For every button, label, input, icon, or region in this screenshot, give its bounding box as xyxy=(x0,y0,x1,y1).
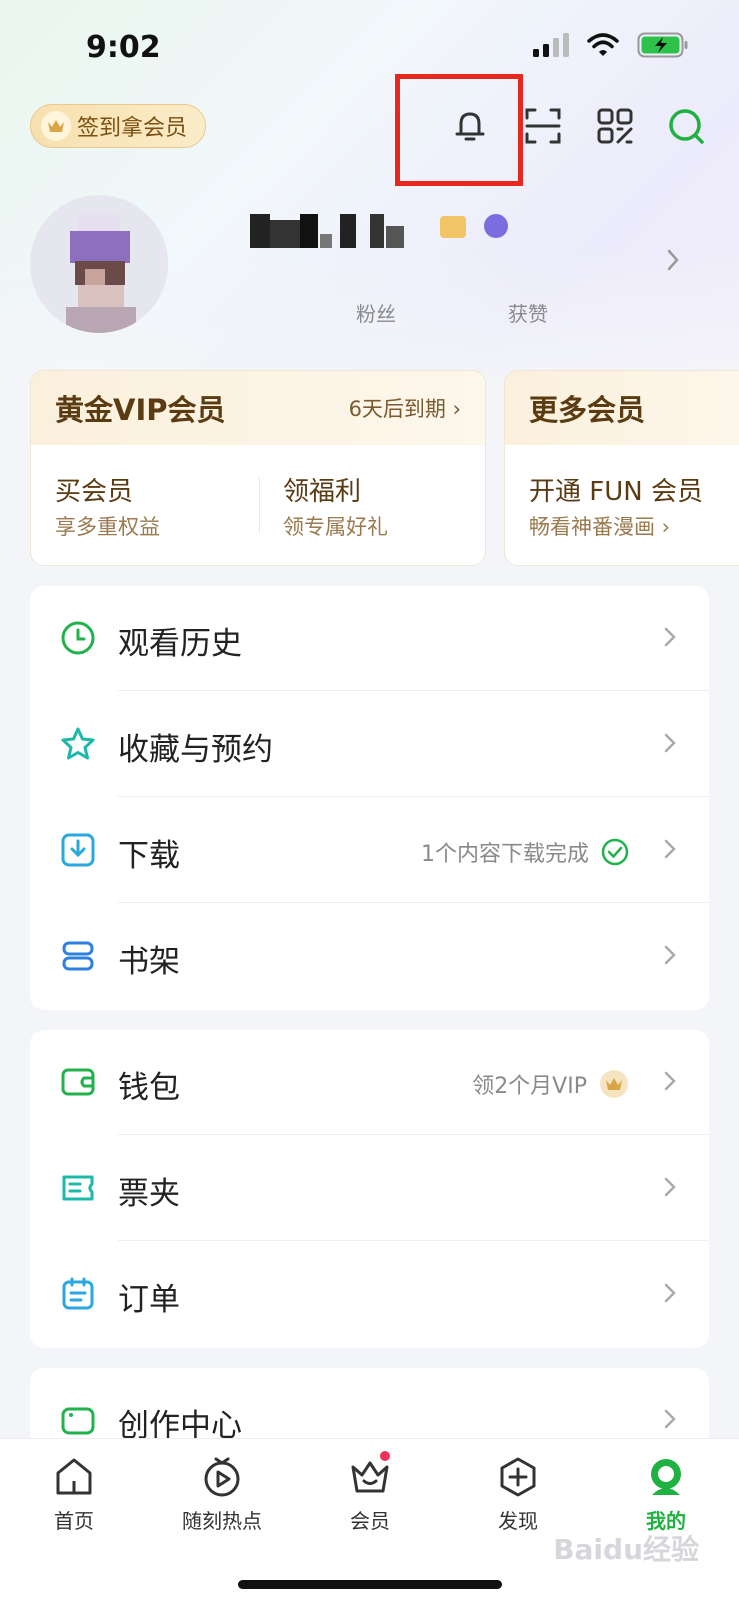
gold-vip-card-header: 黄金VIP会员 6天后到期 › xyxy=(31,371,485,445)
chevron-right-icon xyxy=(664,839,676,859)
nav-home-label: 首页 xyxy=(54,1509,94,1533)
watch-history-row[interactable]: 观看历史 xyxy=(30,586,709,690)
download-label: 下载 xyxy=(118,838,180,874)
nav-profile[interactable]: 我的 xyxy=(606,1455,726,1534)
avatar[interactable] xyxy=(30,195,168,333)
nav-home[interactable]: 首页 xyxy=(14,1455,134,1534)
download-row[interactable]: 下载 1个内容下载完成 xyxy=(30,798,709,902)
nav-vip[interactable]: 会员 xyxy=(310,1451,430,1534)
signin-vip-button[interactable]: 签到拿会员 xyxy=(30,104,207,148)
more-vip-card[interactable]: 更多会员 开通 FUN 会员 畅看神番漫画 › xyxy=(504,370,739,566)
play-circle-icon xyxy=(200,1455,244,1499)
nav-hot[interactable]: 随刻热点 xyxy=(162,1455,282,1534)
menu-group-library: 观看历史 收藏与预约 下载 1个内容下载完成 书架 xyxy=(30,586,709,1010)
clock-icon xyxy=(61,621,95,655)
download-status: 1个内容下载完成 xyxy=(421,836,629,868)
favorites-label: 收藏与预约 xyxy=(118,732,273,768)
more-vip-title: 更多会员 xyxy=(529,393,646,427)
home-icon xyxy=(52,1455,96,1499)
nav-discover[interactable]: 发现 xyxy=(458,1455,578,1534)
nav-hot-label: 随刻热点 xyxy=(182,1509,262,1533)
scan-icon[interactable] xyxy=(521,104,565,148)
crown-icon xyxy=(348,1451,392,1499)
status-icons xyxy=(533,32,689,58)
download-status-text: 1个内容下载完成 xyxy=(421,842,589,867)
search-icon[interactable] xyxy=(664,104,708,148)
buy-vip-subtitle: 享多重权益 xyxy=(55,515,160,539)
ticket-icon xyxy=(62,1175,94,1201)
vip-crown-badge-icon xyxy=(600,1070,628,1098)
download-icon xyxy=(61,833,95,867)
chevron-right-icon xyxy=(664,1283,676,1303)
wallet-label: 钱包 xyxy=(118,1070,180,1106)
likes-label[interactable]: 获赞 xyxy=(508,298,548,327)
chevron-right-icon xyxy=(664,1177,676,1197)
menu-group-wallet: 钱包 领2个月VIP 票夹 订单 xyxy=(30,1030,709,1348)
ticket-label: 票夹 xyxy=(118,1176,180,1212)
benefit-divider xyxy=(259,477,260,533)
order-label: 订单 xyxy=(118,1282,180,1318)
row-divider xyxy=(118,902,709,903)
profile-icon xyxy=(644,1455,688,1499)
chevron-right-icon[interactable] xyxy=(665,248,681,272)
buy-vip-title[interactable]: 买会员 xyxy=(55,471,133,508)
order-row[interactable]: 订单 xyxy=(30,1242,709,1346)
check-circle-icon xyxy=(601,838,629,866)
chevron-right-icon xyxy=(664,1409,676,1429)
home-indicator[interactable] xyxy=(238,1580,502,1589)
status-time: 9:02 xyxy=(86,30,161,65)
bookshelf-label: 书架 xyxy=(118,944,180,980)
gold-vip-card[interactable]: 黄金VIP会员 6天后到期 › 买会员 享多重权益 领福利 领专属好礼 xyxy=(30,370,486,566)
chevron-right-icon xyxy=(664,627,676,647)
watch-history-label: 观看历史 xyxy=(118,626,242,662)
fans-label[interactable]: 粉丝 xyxy=(356,298,396,327)
notification-dot xyxy=(380,1451,390,1461)
gold-vip-title: 黄金VIP会员 xyxy=(55,393,226,427)
bookshelf-icon xyxy=(62,941,94,971)
wallet-promo: 领2个月VIP xyxy=(472,1068,629,1100)
watermark: Baidu经验 xyxy=(553,1533,699,1566)
vip-level-badge xyxy=(440,216,466,238)
nav-vip-label: 会员 xyxy=(350,1509,390,1533)
fun-vip-title[interactable]: 开通 FUN 会员 xyxy=(529,471,703,508)
wallet-promo-text: 领2个月VIP xyxy=(472,1074,587,1099)
video-camera-icon xyxy=(61,1407,95,1435)
bookshelf-row[interactable]: 书架 xyxy=(30,904,709,1008)
chevron-right-icon xyxy=(664,733,676,753)
chevron-right-icon xyxy=(664,1071,676,1091)
bottom-nav: 首页 随刻热点 会员 发现 我的 xyxy=(0,1438,739,1601)
claim-benefits-title[interactable]: 领福利 xyxy=(283,471,361,508)
row-divider xyxy=(118,796,709,797)
fun-vip-subtitle: 畅看神番漫画 › xyxy=(529,515,671,539)
verified-badge-icon xyxy=(484,214,508,238)
bell-highlight-annotation xyxy=(395,74,523,186)
discover-plus-icon xyxy=(496,1455,540,1499)
signin-label: 签到拿会员 xyxy=(77,116,188,141)
crown-icon xyxy=(41,111,71,141)
ticket-row[interactable]: 票夹 xyxy=(30,1136,709,1240)
qr-code-icon[interactable] xyxy=(593,104,637,148)
battery-charging-icon xyxy=(637,32,688,58)
wallet-icon xyxy=(61,1068,95,1096)
star-icon xyxy=(61,727,95,760)
favorites-row[interactable]: 收藏与预约 xyxy=(30,692,709,796)
wifi-icon xyxy=(587,33,619,56)
order-icon xyxy=(62,1277,94,1310)
claim-benefits-subtitle: 领专属好礼 xyxy=(283,515,388,539)
more-vip-card-header: 更多会员 xyxy=(505,371,739,445)
row-divider xyxy=(118,690,709,691)
gold-vip-expiry[interactable]: 6天后到期 › xyxy=(349,393,461,423)
wallet-row[interactable]: 钱包 领2个月VIP xyxy=(30,1030,709,1134)
row-divider xyxy=(118,1134,709,1135)
chevron-right-icon xyxy=(664,945,676,965)
row-divider xyxy=(118,1240,709,1241)
cellular-signal-icon xyxy=(533,33,569,57)
